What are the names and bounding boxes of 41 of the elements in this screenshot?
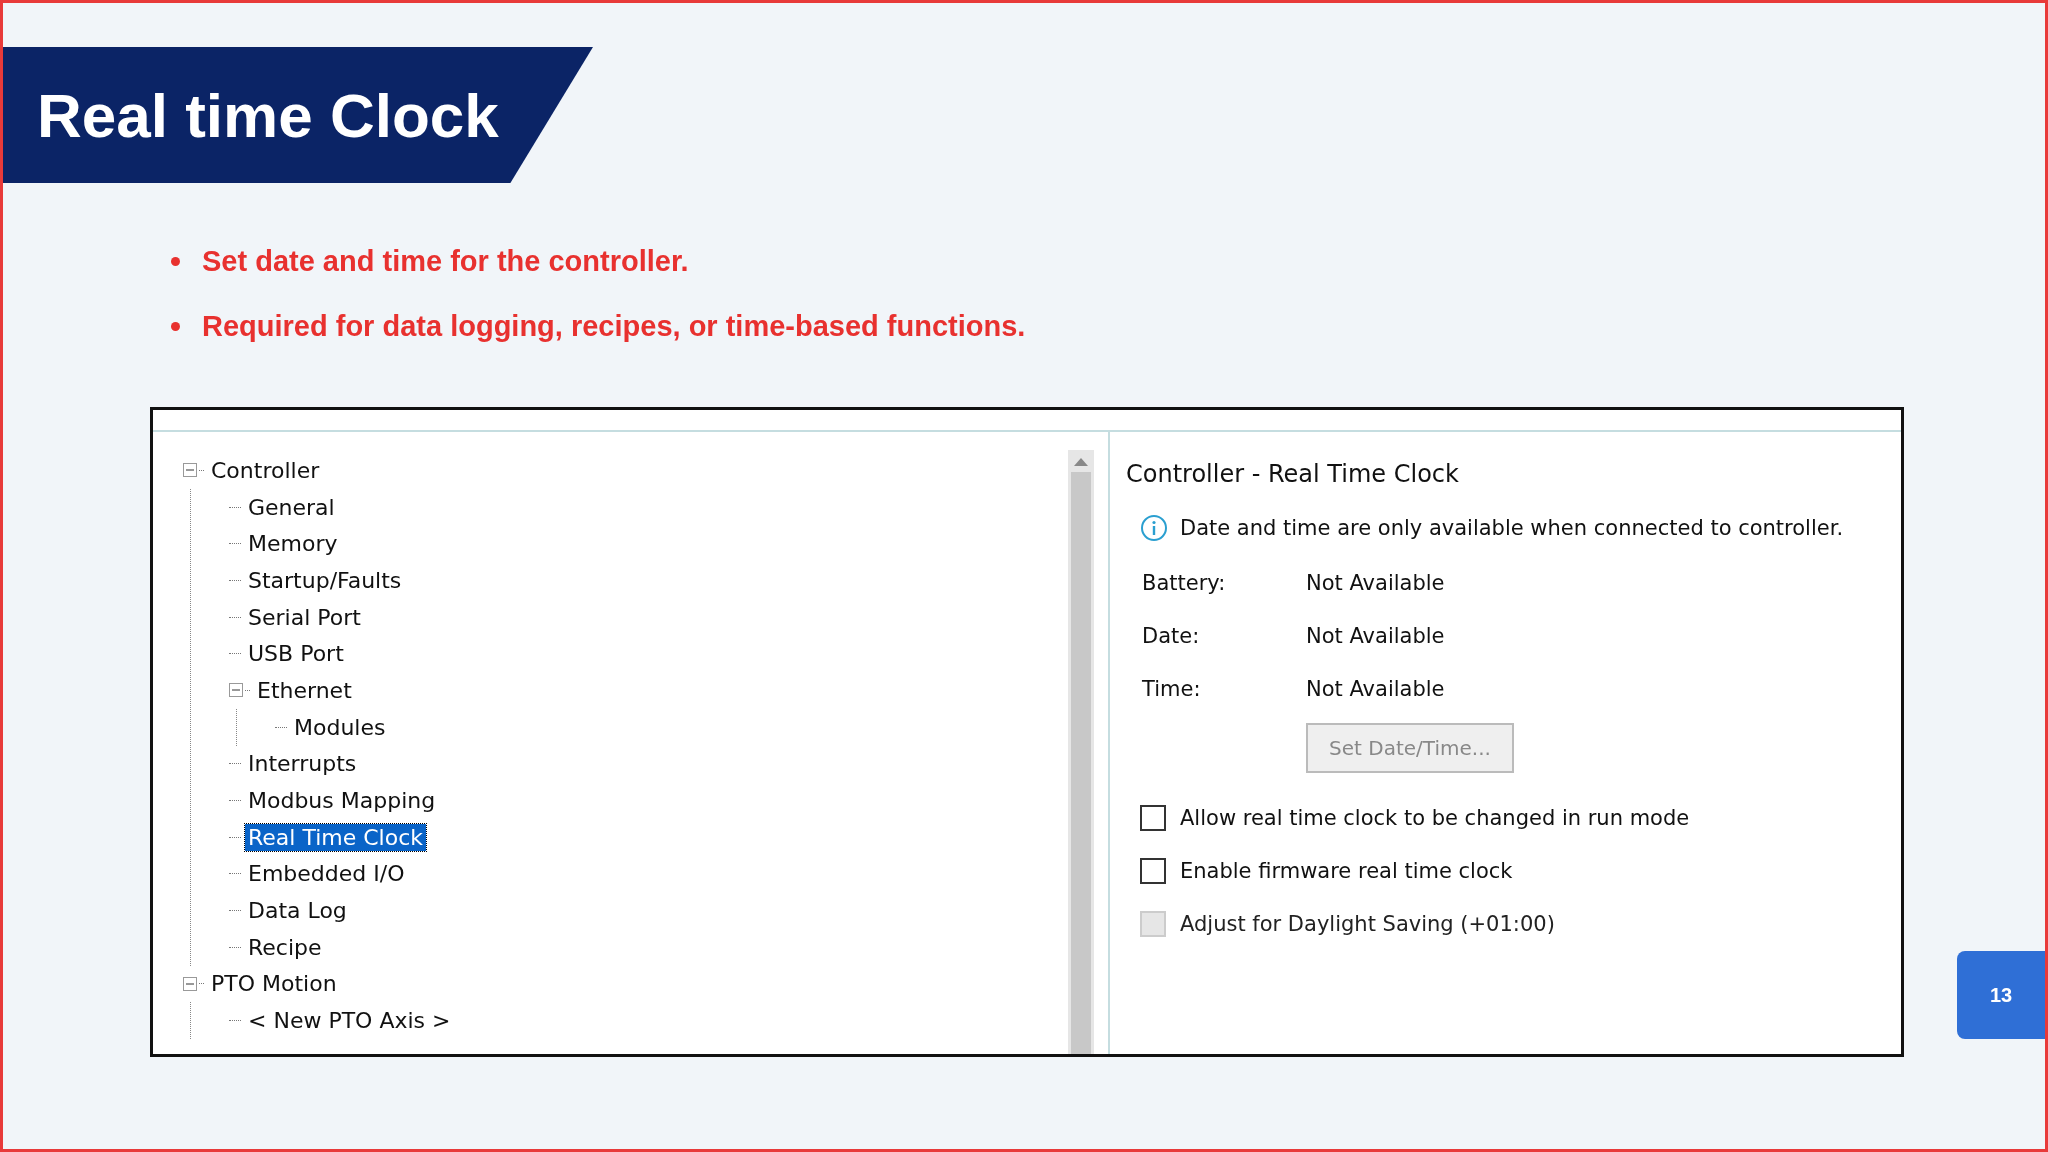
tree-item[interactable]: Memory [245,530,341,558]
scroll-up-icon[interactable] [1074,458,1088,466]
tree-item[interactable]: Controller [208,456,323,484]
tree-item[interactable]: Modules [291,713,389,741]
tree-item[interactable]: Modbus Mapping [245,787,439,815]
field-value: Not Available [1306,676,1445,701]
tree-item[interactable]: Embedded I/O [245,860,408,888]
collapse-icon[interactable] [183,976,197,991]
bullet-icon [171,322,180,331]
tree-item[interactable]: Data Log [245,897,350,925]
field-label: Date: [1142,623,1201,648]
field-value: Not Available [1306,570,1445,595]
tree-item[interactable]: USB Port [245,640,347,668]
tree-item[interactable]: PTO Motion [208,970,340,998]
field-label: Battery: [1142,570,1227,595]
panel-title: Controller - Real Time Clock [1126,460,1460,488]
tree-item[interactable]: Ethernet [254,676,355,704]
page-number: 13 [1957,951,2045,1039]
tree-item[interactable]: General [245,493,338,521]
bullet-icon [171,257,180,266]
collapse-icon[interactable] [183,463,197,478]
checkbox-label: Adjust for Daylight Saving (+01:00) [1180,911,1555,936]
slide-title: Real time Clock [37,79,499,151]
tree-item[interactable]: Recipe [245,933,325,961]
bullet-text: Required for data logging, recipes, or time-based functions. [202,310,1026,343]
info-message: Date and time are only available when connected to controller. [1180,516,1844,540]
tree-item[interactable]: < New PTO Axis > [245,1007,454,1035]
tree-item[interactable]: Interrupts [245,750,360,778]
collapse-icon[interactable] [229,683,243,698]
field-value: Not Available [1306,623,1445,648]
checkbox-label: Enable firmware real time clock [1180,858,1513,883]
tree-item[interactable]: Startup/Faults [245,566,405,594]
bullet-text: Set date and time for the controller. [202,245,689,278]
scrollbar[interactable] [1068,450,1094,1054]
field-label: Time: [1142,676,1202,701]
checkbox[interactable] [1140,857,1166,884]
info-icon [1140,514,1168,542]
checkbox-label: Allow real time clock to be changed in run mode [1180,805,1690,830]
checkbox[interactable] [1140,804,1166,831]
tree-item[interactable]: Real Time Clock [245,823,427,851]
tree-item[interactable]: Serial Port [245,603,364,631]
